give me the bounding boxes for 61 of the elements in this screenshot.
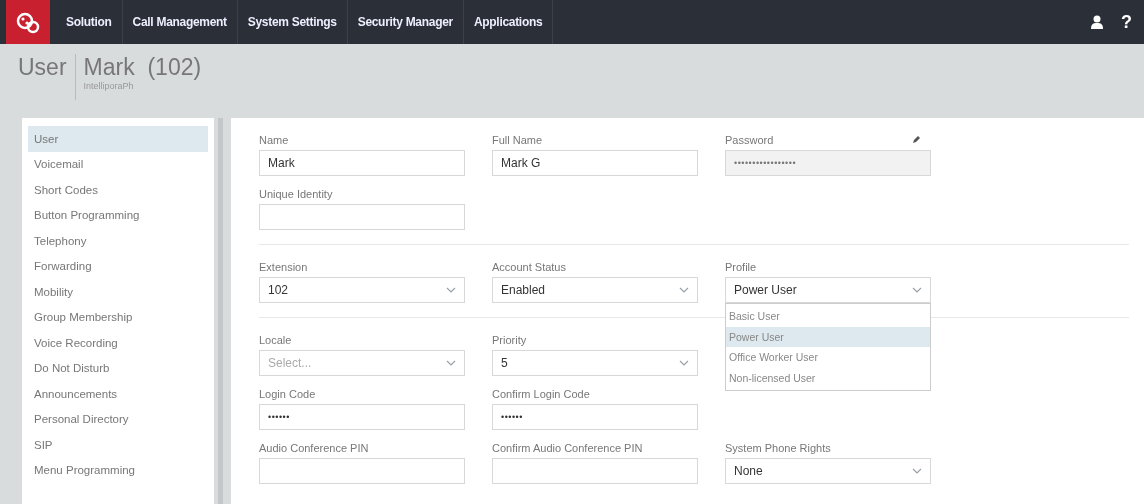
dropdown-field[interactable]: Enabled (492, 277, 698, 303)
sidebar-item[interactable]: Voicemail (28, 151, 208, 177)
sidebar-item[interactable]: Button Programming (28, 202, 208, 228)
chevron-down-icon (912, 468, 922, 474)
logo-icon[interactable] (6, 0, 50, 44)
chevron-down-icon (679, 287, 689, 293)
field-label: Account Status (492, 260, 566, 273)
section-title: User (18, 54, 76, 100)
dropdown-option[interactable]: Office Worker User (726, 347, 930, 368)
password-field[interactable]: •••••• (259, 404, 465, 430)
dropdown-field[interactable]: Power User (725, 277, 931, 303)
chevron-down-icon (446, 360, 456, 366)
user-icon[interactable] (1091, 15, 1103, 29)
nav-menu-item[interactable]: Solution (56, 0, 123, 44)
help-button[interactable]: ? (1121, 11, 1132, 33)
dropdown-option[interactable]: Power User (726, 326, 930, 347)
chevron-down-icon (912, 287, 922, 293)
input-field[interactable] (259, 458, 465, 484)
input-field[interactable] (259, 204, 465, 230)
field-label: Login Code (259, 387, 316, 400)
field-label: Locale (259, 333, 292, 346)
field-label: Extension (259, 260, 308, 273)
input-field[interactable] (492, 458, 698, 484)
sidebar-item[interactable]: Short Codes (28, 177, 208, 203)
dropdown-field[interactable]: 5 (492, 350, 698, 376)
field-label: Profile (725, 260, 757, 273)
dropdown-option[interactable]: Basic User (726, 306, 930, 327)
chevron-down-icon (446, 287, 456, 293)
sidebar-item[interactable]: Personal Directory (28, 406, 208, 432)
nav-menu-item[interactable]: System Settings (237, 0, 348, 44)
field-label: System Phone Rights (725, 441, 831, 454)
input-field[interactable]: Mark (259, 150, 465, 176)
sidebar-item[interactable]: Mobility (28, 279, 208, 305)
sidebar-item[interactable]: Do Not Disturb (28, 355, 208, 381)
sidebar-item[interactable]: Voice Recording (28, 330, 208, 356)
chevron-down-icon (679, 360, 689, 366)
field-label: Priority (492, 333, 527, 346)
sidebar-item[interactable]: Group Membership (28, 304, 208, 330)
sidebar-item[interactable]: Announcements (28, 381, 208, 407)
field-label: Confirm Login Code (492, 387, 590, 400)
sidebar-item[interactable]: Forwarding (28, 253, 208, 279)
field-label: Unique Identity (259, 187, 333, 200)
nav-menu-item[interactable]: Security Manager (347, 0, 464, 44)
dropdown-field[interactable]: None (725, 458, 931, 484)
password-field[interactable]: •••••• (492, 404, 698, 430)
nav-menu-item[interactable]: Call Management (122, 0, 238, 44)
nav-menu-item[interactable]: Applications (463, 0, 554, 44)
page-title: Mark (102) (83, 54, 202, 81)
page-subtitle: IntelliporaPh (83, 81, 135, 91)
sidebar-item[interactable]: Telephony (28, 228, 208, 254)
field-label: Password (725, 133, 774, 146)
field-label: Name (259, 133, 289, 146)
sidebar-item[interactable]: User (28, 126, 208, 152)
dropdown-option[interactable]: Non-licensed User (726, 367, 930, 388)
field-label: Audio Conference PIN (259, 441, 369, 454)
dropdown-field[interactable]: 102 (259, 277, 465, 303)
sidebar-item[interactable]: SIP (28, 432, 208, 458)
field-label: Full Name (492, 133, 543, 146)
sidebar-item[interactable]: Menu Programming (28, 457, 208, 483)
input-field[interactable]: Mark G (492, 150, 698, 176)
field-label: Confirm Audio Conference PIN (492, 441, 643, 454)
